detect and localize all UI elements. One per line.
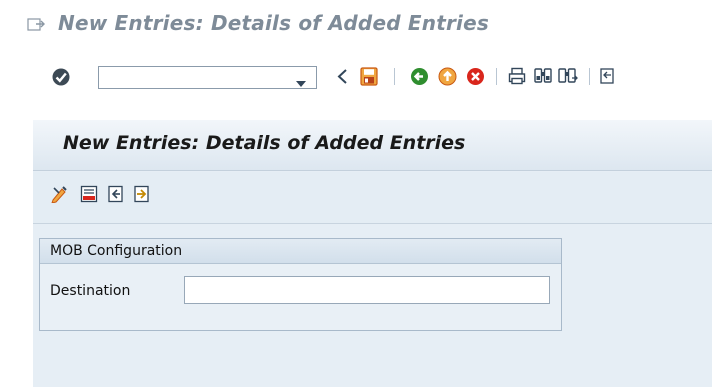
exit-icon[interactable]	[438, 67, 457, 86]
toolbar-separator	[496, 68, 497, 85]
group-title: MOB Configuration	[40, 239, 561, 264]
save-icon[interactable]	[360, 67, 378, 86]
delete-icon[interactable]	[80, 185, 98, 203]
next-entry-icon[interactable]	[133, 185, 151, 203]
command-dropdown-icon[interactable]	[295, 73, 307, 92]
first-page-icon[interactable]	[600, 67, 614, 85]
toolbar-separator	[589, 68, 590, 85]
screen-header: New Entries: Details of Added Entries	[33, 120, 712, 171]
previous-entry-icon[interactable]	[107, 185, 125, 203]
page-title: New Entries: Details of Added Entries	[63, 132, 466, 154]
find-icon[interactable]	[534, 67, 552, 85]
print-icon[interactable]	[508, 67, 526, 85]
window-title-bar: New Entries: Details of Added Entries	[0, 0, 712, 54]
find-next-icon[interactable]	[558, 67, 578, 85]
toolbar-separator	[394, 68, 395, 85]
command-field[interactable]	[98, 66, 317, 89]
destination-label: Destination	[50, 283, 131, 299]
change-display-icon[interactable]	[51, 185, 69, 204]
mob-configuration-group: MOB Configuration Destination	[39, 238, 562, 331]
application-toolbar	[33, 172, 712, 224]
enter-icon[interactable]	[51, 67, 71, 87]
system-toolbar	[0, 54, 712, 99]
menu-icon[interactable]	[27, 17, 47, 33]
collapse-toolbar-icon[interactable]	[336, 68, 348, 85]
destination-field[interactable]	[184, 276, 550, 304]
back-icon[interactable]	[410, 67, 429, 86]
window-title: New Entries: Details of Added Entries	[58, 11, 489, 35]
cancel-icon[interactable]	[466, 67, 485, 86]
